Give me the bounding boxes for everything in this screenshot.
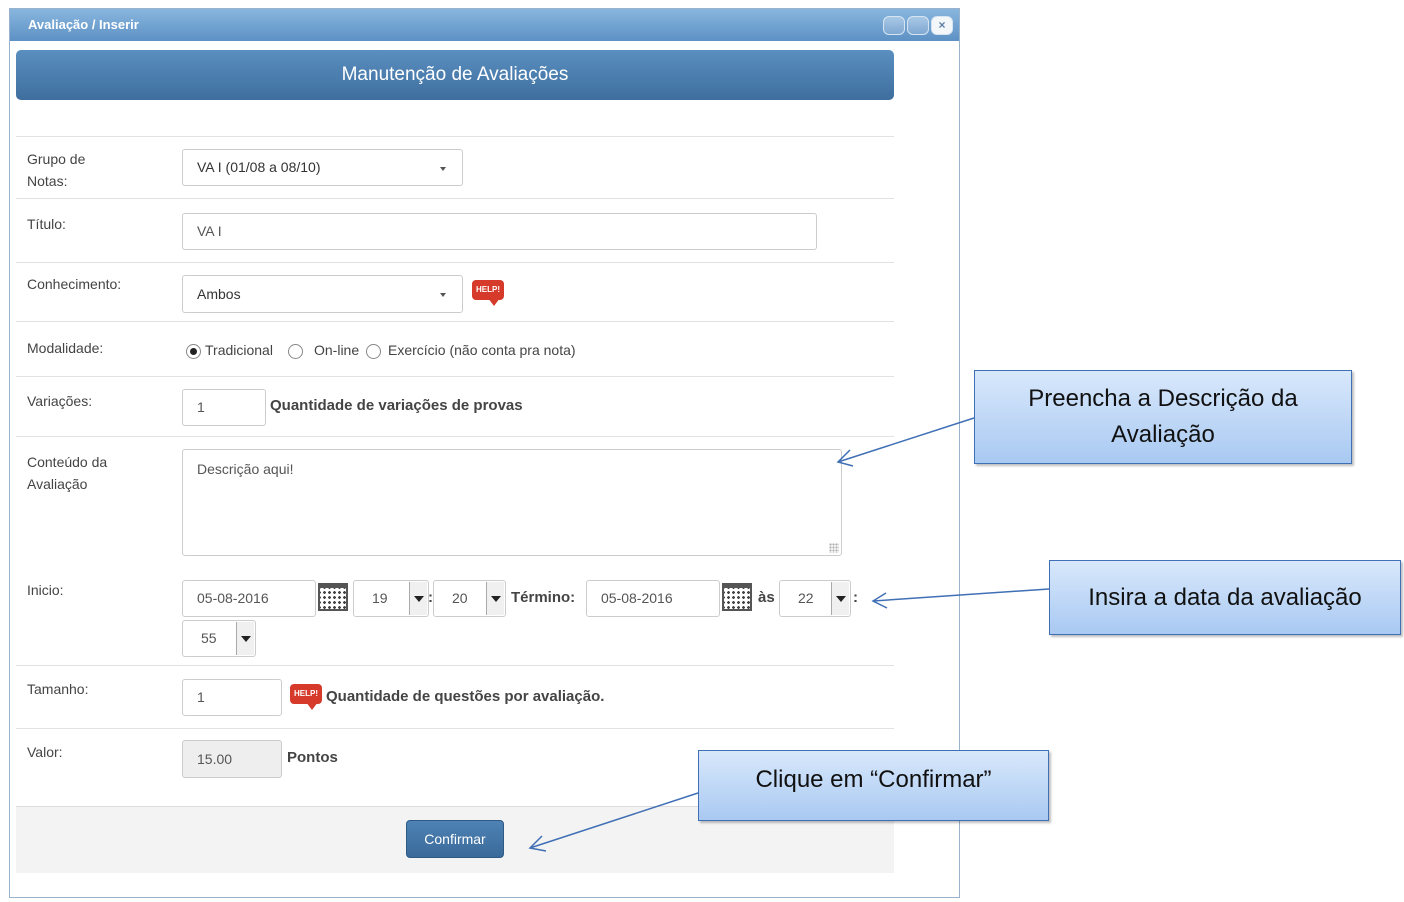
arrow-line <box>529 792 699 849</box>
callout-arrows <box>528 417 1050 852</box>
arrow-line <box>872 588 1050 602</box>
arrow-line <box>837 417 975 463</box>
